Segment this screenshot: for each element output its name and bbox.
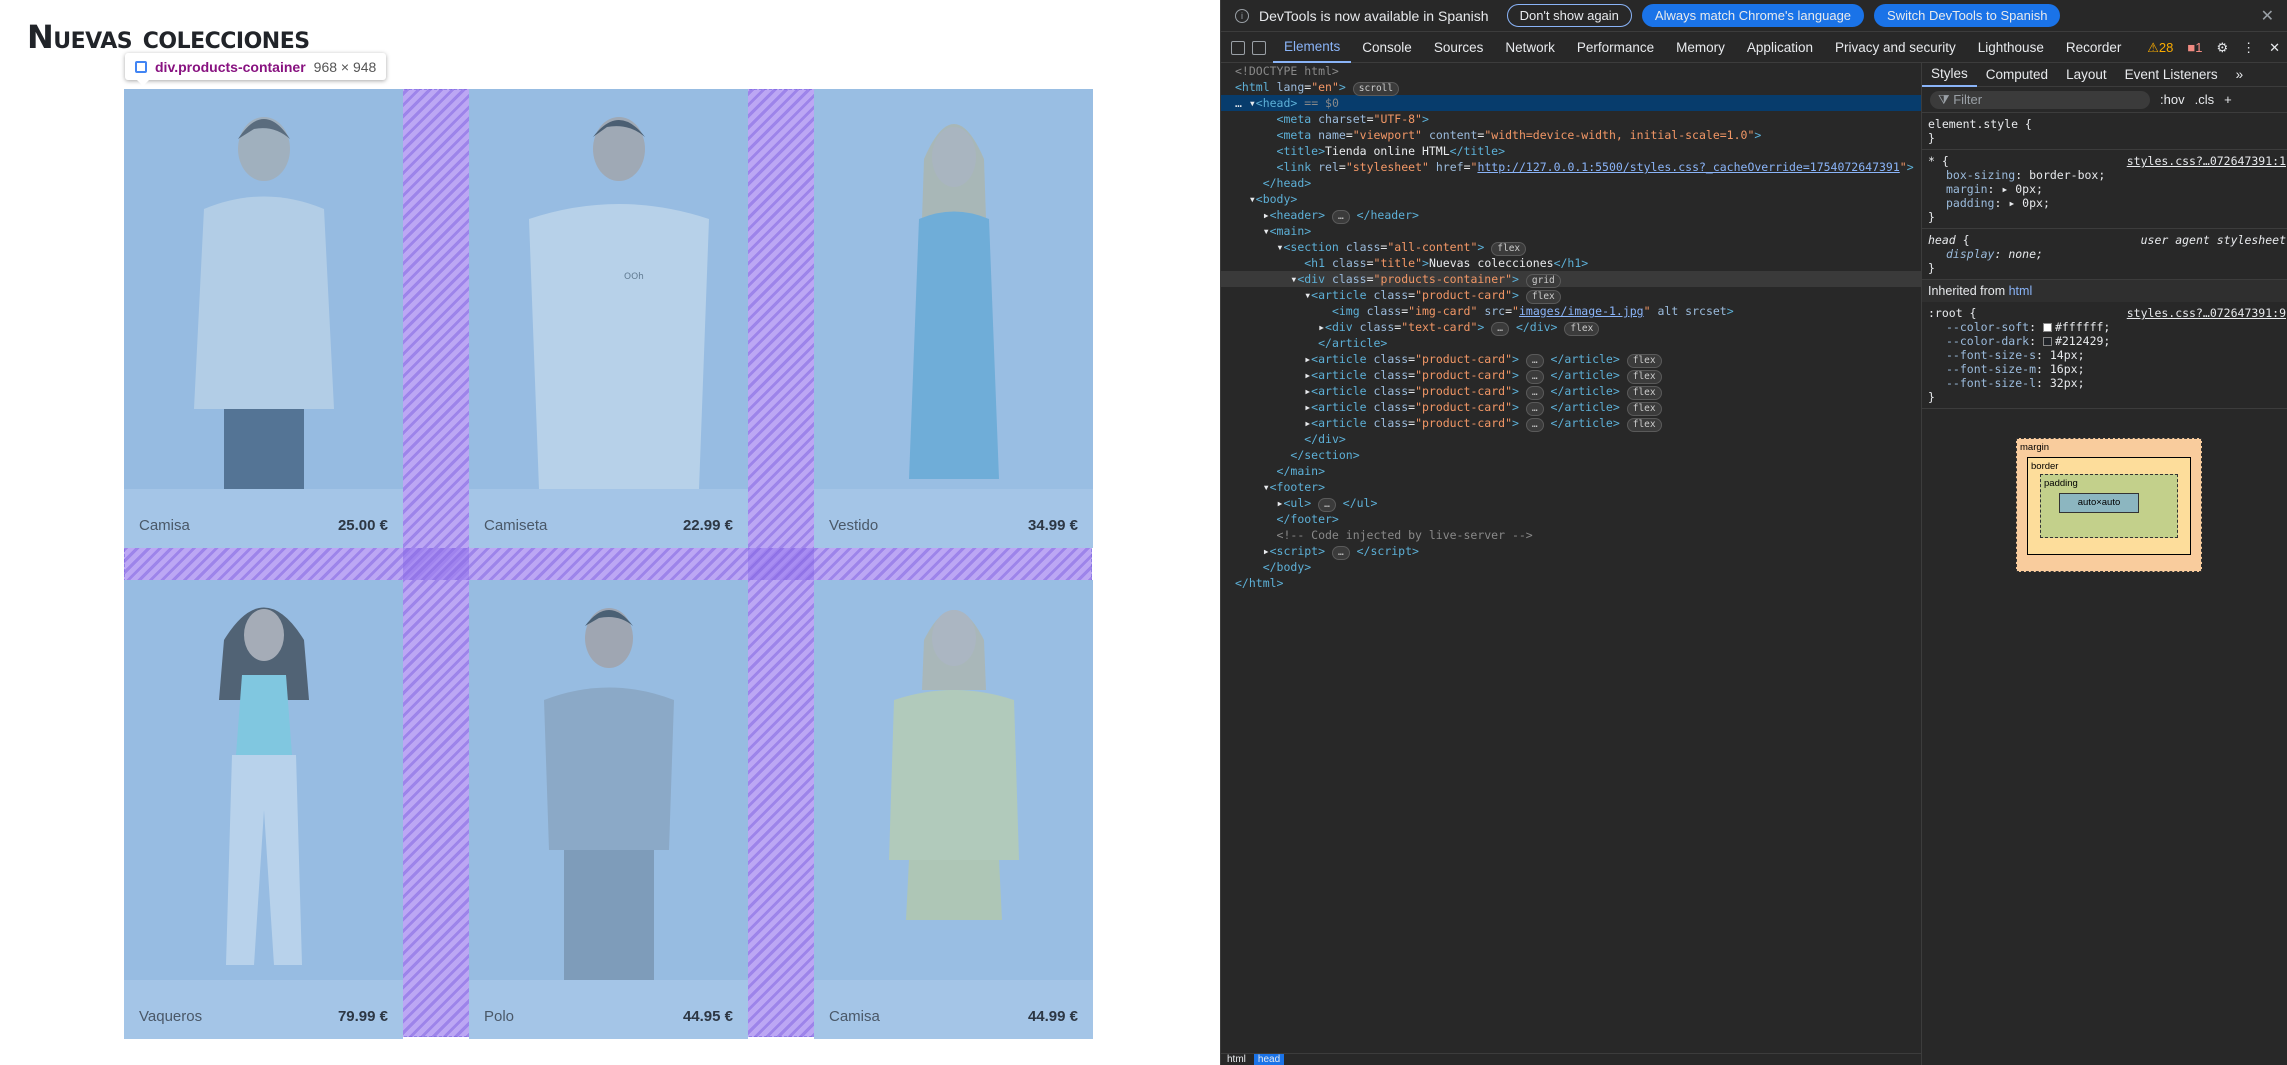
universal-rule: styles.css?…072647391:1 * { box-sizing: … (1922, 150, 2287, 229)
product-card[interactable]: Vaqueros 79.99 € (124, 580, 403, 1039)
tab-lighthouse[interactable]: Lighthouse (1967, 33, 2055, 63)
banner-message: DevTools is now available in Spanish (1259, 7, 1489, 24)
rule-source-link[interactable]: styles.css?…072647391:9 (2127, 306, 2286, 320)
tab-styles[interactable]: Styles (1922, 63, 1977, 87)
tab-layout[interactable]: Layout (2057, 63, 2116, 87)
filter-icon: ⧩ (1938, 91, 1954, 107)
product-price: 44.95 € (682, 1008, 733, 1025)
dom-tree[interactable]: <!DOCTYPE html> <html lang="en"> scroll … (1221, 63, 1921, 1053)
inspect-tooltip: div.products-container 968 × 948 (125, 53, 387, 86)
product-name: Camiseta (484, 517, 548, 534)
cls-toggle[interactable]: .cls (2195, 92, 2215, 107)
tab-elements[interactable]: Elements (1273, 33, 1352, 63)
match-language-button[interactable]: Always match Chrome's language (1641, 4, 1865, 27)
tab-privacy[interactable]: Privacy and security (1824, 33, 1967, 63)
tab-memory[interactable]: Memory (1665, 33, 1736, 63)
tab-performance[interactable]: Performance (1566, 33, 1665, 63)
more-tabs-icon[interactable]: » (2227, 63, 2253, 87)
more-icon[interactable]: ⋮ (2242, 40, 2255, 56)
inherited-element-link[interactable]: html (2009, 284, 2033, 298)
tab-event-listeners[interactable]: Event Listeners (2116, 63, 2227, 87)
grid-icon (135, 60, 147, 73)
inherited-header: Inherited from html (1922, 280, 2287, 302)
crumb-head[interactable]: head (1253, 1054, 1285, 1065)
close-devtools-icon[interactable]: ✕ (2269, 40, 2280, 56)
box-model-diagram: margin border padding auto×auto (2016, 438, 2202, 572)
device-toolbar-icon[interactable] (1252, 40, 1266, 55)
styles-pane: Styles Computed Layout Event Listeners »… (1922, 63, 2287, 1065)
product-card[interactable]: Vestido 34.99 € (814, 89, 1093, 548)
product-card[interactable]: OOh Camiseta 22.99 € (469, 89, 748, 548)
root-rule: styles.css?…072647391:9 :root { --color-… (1922, 302, 2287, 409)
tabbar-status: ⚠28 ■1 ⚙ ⋮ ✕ (2147, 40, 2280, 56)
error-count[interactable]: ■1 (2187, 40, 2202, 55)
breadcrumb: html head (1221, 1053, 1921, 1065)
page-title: Nuevas colecciones (27, 18, 310, 56)
info-icon: i (1235, 8, 1249, 23)
product-name: Vaqueros (139, 1008, 203, 1025)
tab-application[interactable]: Application (1736, 33, 1824, 63)
close-icon[interactable]: ✕ (2261, 6, 2274, 26)
product-price: 25.00 € (337, 517, 388, 534)
element-style-rule: element.style { } (1922, 113, 2287, 150)
box-model-border: border padding auto×auto (2027, 457, 2191, 555)
hov-toggle[interactable]: :hov (2160, 92, 2185, 107)
product-card[interactable]: Polo 44.95 € (469, 580, 748, 1039)
product-price: 34.99 € (1027, 517, 1078, 534)
product-name: Polo (484, 1008, 515, 1025)
filter-input[interactable]: ⧩ Filter (1930, 90, 2150, 109)
product-price: 79.99 € (337, 1008, 388, 1025)
gear-icon[interactable]: ⚙ (2216, 40, 2228, 56)
rule-source-link[interactable]: styles.css?…072647391:1 (2127, 154, 2286, 168)
head-rule: user agent stylesheet head { display: no… (1922, 229, 2287, 280)
tab-sources[interactable]: Sources (1423, 33, 1495, 63)
devtools-panel: i DevTools is now available in Spanish D… (1220, 0, 2287, 1065)
inspect-icon[interactable] (1231, 40, 1245, 55)
product-price: 44.99 € (1027, 1008, 1078, 1025)
styles-tabbar: Styles Computed Layout Event Listeners » (1922, 63, 2287, 87)
crumb-html[interactable]: html (1227, 1054, 1246, 1065)
tab-console[interactable]: Console (1351, 33, 1423, 63)
warning-count[interactable]: ⚠28 (2147, 40, 2173, 56)
tab-computed[interactable]: Computed (1977, 63, 2057, 87)
tooltip-selector: div.products-container (155, 58, 306, 75)
product-card[interactable]: Camisa 25.00 € (124, 89, 403, 548)
rule-source-ua: user agent stylesheet (2140, 233, 2286, 247)
styles-filter-bar: ⧩ Filter :hov .cls + (1922, 87, 2287, 113)
add-rule-icon[interactable]: + (2224, 92, 2232, 107)
switch-language-button[interactable]: Switch DevTools to Spanish (1874, 4, 2061, 27)
product-price: 22.99 € (682, 517, 733, 534)
product-name: Camisa (139, 517, 190, 534)
tooltip-size: 968 × 948 (313, 58, 377, 75)
product-name: Vestido (829, 517, 879, 534)
tab-network[interactable]: Network (1494, 33, 1566, 63)
webpage-viewport: Nuevas colecciones Camisa 25.00 € OOh Ca… (0, 0, 1220, 1065)
color-swatch[interactable] (2042, 337, 2052, 346)
product-name: Camisa (829, 1008, 880, 1025)
grid-row-gap (124, 548, 1092, 580)
box-model-content: auto×auto (2059, 493, 2139, 513)
dont-show-again-button[interactable]: Don't show again (1506, 4, 1632, 27)
language-banner: i DevTools is now available in Spanish D… (1221, 0, 2287, 32)
tab-recorder[interactable]: Recorder (2055, 33, 2133, 63)
box-model-padding: padding auto×auto (2040, 474, 2178, 538)
color-swatch[interactable] (2042, 323, 2052, 332)
product-card[interactable]: Camisa 44.99 € (814, 580, 1093, 1039)
devtools-tabbar: Elements Console Sources Network Perform… (1221, 33, 2287, 63)
